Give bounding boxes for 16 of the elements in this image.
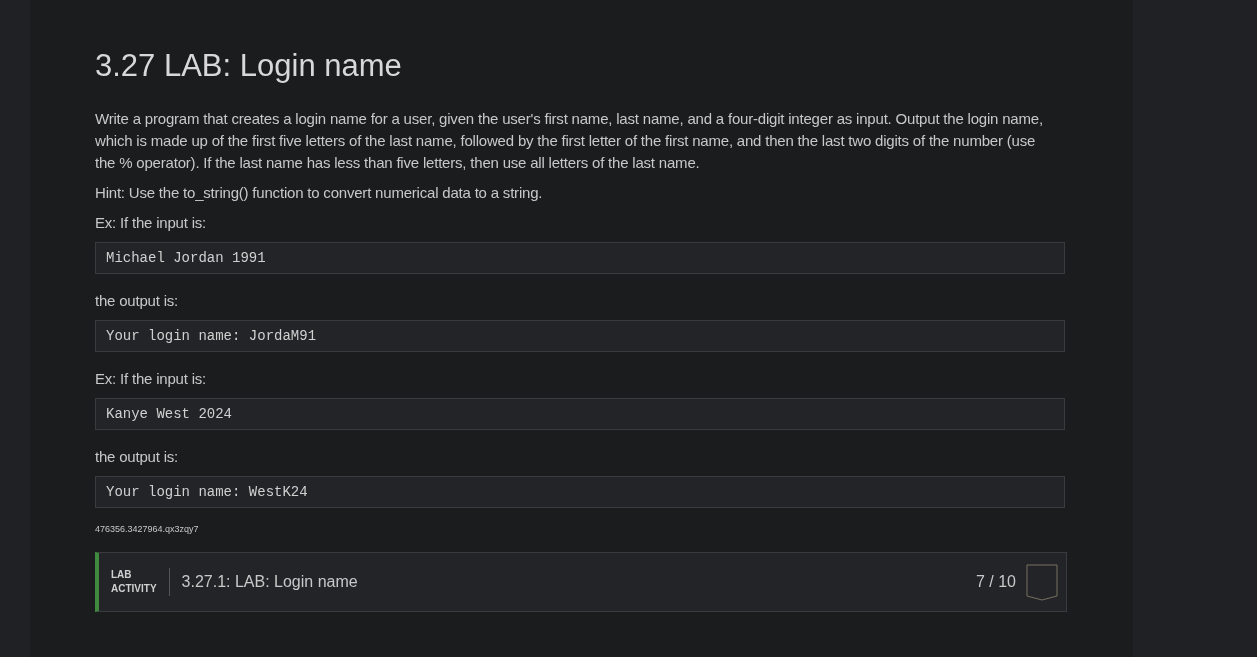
paragraph: Write a program that creates a login name for a user, given the user's first name, last name, and a four-digit integer as input. Output the login name, which is made up of the first five letters of the last name, followed by the first letter of the first name, and then the last two digits of the number (use the % operator). If the last name has less than five letters, then use all letters of the last name. [95, 109, 1044, 173]
activity-title: 3.27.1: LAB: Login name [181, 573, 359, 591]
code-block: Kanye West 2024 [95, 398, 1065, 430]
activity-type: LAB ACTIVITY [111, 568, 170, 596]
code-block: Michael Jordan 1991 [95, 242, 1065, 274]
paragraph: Ex: If the input is: [95, 369, 208, 389]
paragraph: the output is: [95, 291, 180, 311]
score: 7 / 10 [975, 573, 1016, 591]
code-block: Your login name: JordaM91 [95, 320, 1065, 352]
paragraph: Hint: Use the to_string() function to convert numerical data to a string. [95, 183, 544, 203]
page-title: 3.27 LAB: Login name [95, 48, 403, 84]
badge-icon [1026, 563, 1058, 601]
id-code: 476356.3427964.qx3zqy7 [95, 524, 200, 534]
code-block: Your login name: WestK24 [95, 476, 1065, 508]
paragraph: the output is: [95, 447, 180, 467]
paragraph: Ex: If the input is: [95, 213, 208, 233]
